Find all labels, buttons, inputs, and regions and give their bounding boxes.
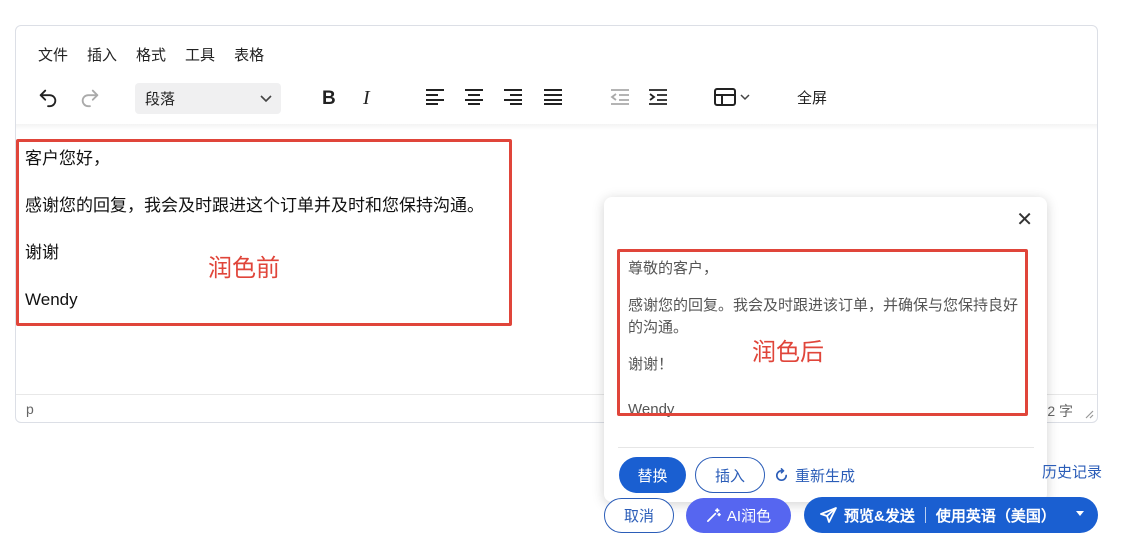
fullscreen-button[interactable]: 全屏 bbox=[794, 80, 830, 114]
language-label[interactable]: 使用英语（美国） bbox=[936, 505, 1056, 526]
send-separator bbox=[924, 507, 926, 523]
send-icon bbox=[820, 507, 837, 523]
ai-polish-label: AI润色 bbox=[726, 508, 772, 525]
indent-icon bbox=[649, 89, 667, 105]
menu-format[interactable]: 格式 bbox=[136, 44, 166, 65]
align-justify-button[interactable] bbox=[541, 80, 565, 114]
preview-send-button[interactable]: 预览&发送 使用英语（美国） bbox=[804, 497, 1098, 533]
popup-divider bbox=[618, 447, 1034, 448]
menu-table[interactable]: 表格 bbox=[234, 44, 264, 65]
outdent-icon bbox=[610, 89, 629, 105]
insert-button[interactable]: 插入 bbox=[695, 457, 765, 493]
align-center-icon bbox=[465, 89, 483, 105]
table-icon bbox=[713, 88, 736, 106]
ai-polish-popup: ✕ 尊敬的客户， 感谢您的回复。我会及时跟进该订单，并确保与您保持良好的沟通。 … bbox=[604, 197, 1047, 502]
resize-handle-icon bbox=[1085, 410, 1094, 419]
redo-icon bbox=[81, 89, 99, 108]
menu-file[interactable]: 文件 bbox=[38, 44, 68, 65]
undo-icon bbox=[39, 89, 57, 108]
close-icon[interactable]: ✕ bbox=[1016, 207, 1033, 232]
regenerate-button[interactable]: 重新生成 bbox=[774, 465, 855, 486]
send-label: 预览&发送 bbox=[844, 507, 915, 525]
refresh-icon bbox=[776, 468, 788, 481]
outdent-button[interactable] bbox=[608, 80, 632, 114]
chevron-down-icon bbox=[260, 95, 272, 103]
chevron-down-icon bbox=[739, 94, 750, 101]
cancel-button[interactable]: 取消 bbox=[604, 498, 674, 533]
regenerate-label: 重新生成 bbox=[795, 468, 856, 485]
caret-down-icon[interactable] bbox=[1076, 511, 1084, 516]
align-left-icon bbox=[426, 89, 444, 105]
menu-tools[interactable]: 工具 bbox=[185, 44, 215, 65]
align-center-button[interactable] bbox=[462, 80, 486, 114]
svg-text:B: B bbox=[322, 88, 336, 107]
history-link[interactable]: 历史记录 bbox=[1042, 461, 1102, 482]
block-format-value: 段落 bbox=[145, 91, 176, 108]
italic-icon: I bbox=[362, 87, 371, 107]
block-format-select[interactable]: 段落 bbox=[135, 83, 281, 114]
redo-button[interactable] bbox=[76, 80, 104, 114]
align-justify-icon bbox=[544, 89, 562, 105]
undo-button[interactable] bbox=[34, 80, 62, 114]
align-right-icon bbox=[504, 89, 522, 105]
menubar: 文件 插入 格式 工具 表格 bbox=[38, 44, 264, 65]
replace-button[interactable]: 替换 bbox=[619, 457, 686, 493]
annotation-box-before bbox=[16, 139, 512, 326]
italic-button[interactable]: I bbox=[356, 80, 380, 114]
menu-insert[interactable]: 插入 bbox=[87, 44, 117, 65]
element-path[interactable]: p bbox=[26, 401, 34, 417]
toolbar-shadow bbox=[16, 124, 1097, 130]
bold-button[interactable]: B bbox=[316, 80, 342, 114]
toolbar: 段落 B I 全屏 bbox=[16, 80, 1097, 120]
word-count[interactable]: 2 字 bbox=[1047, 401, 1073, 421]
table-button[interactable] bbox=[711, 80, 753, 114]
annotation-label-after: 润色后 bbox=[752, 339, 824, 366]
bold-icon: B bbox=[322, 88, 336, 107]
ai-polish-button[interactable]: AI润色 bbox=[686, 498, 791, 533]
annotation-label-before: 润色前 bbox=[208, 255, 280, 282]
align-left-button[interactable] bbox=[423, 80, 447, 114]
magic-wand-icon bbox=[706, 508, 721, 522]
indent-button[interactable] bbox=[646, 80, 670, 114]
svg-text:I: I bbox=[362, 87, 371, 107]
align-right-button[interactable] bbox=[501, 80, 525, 114]
